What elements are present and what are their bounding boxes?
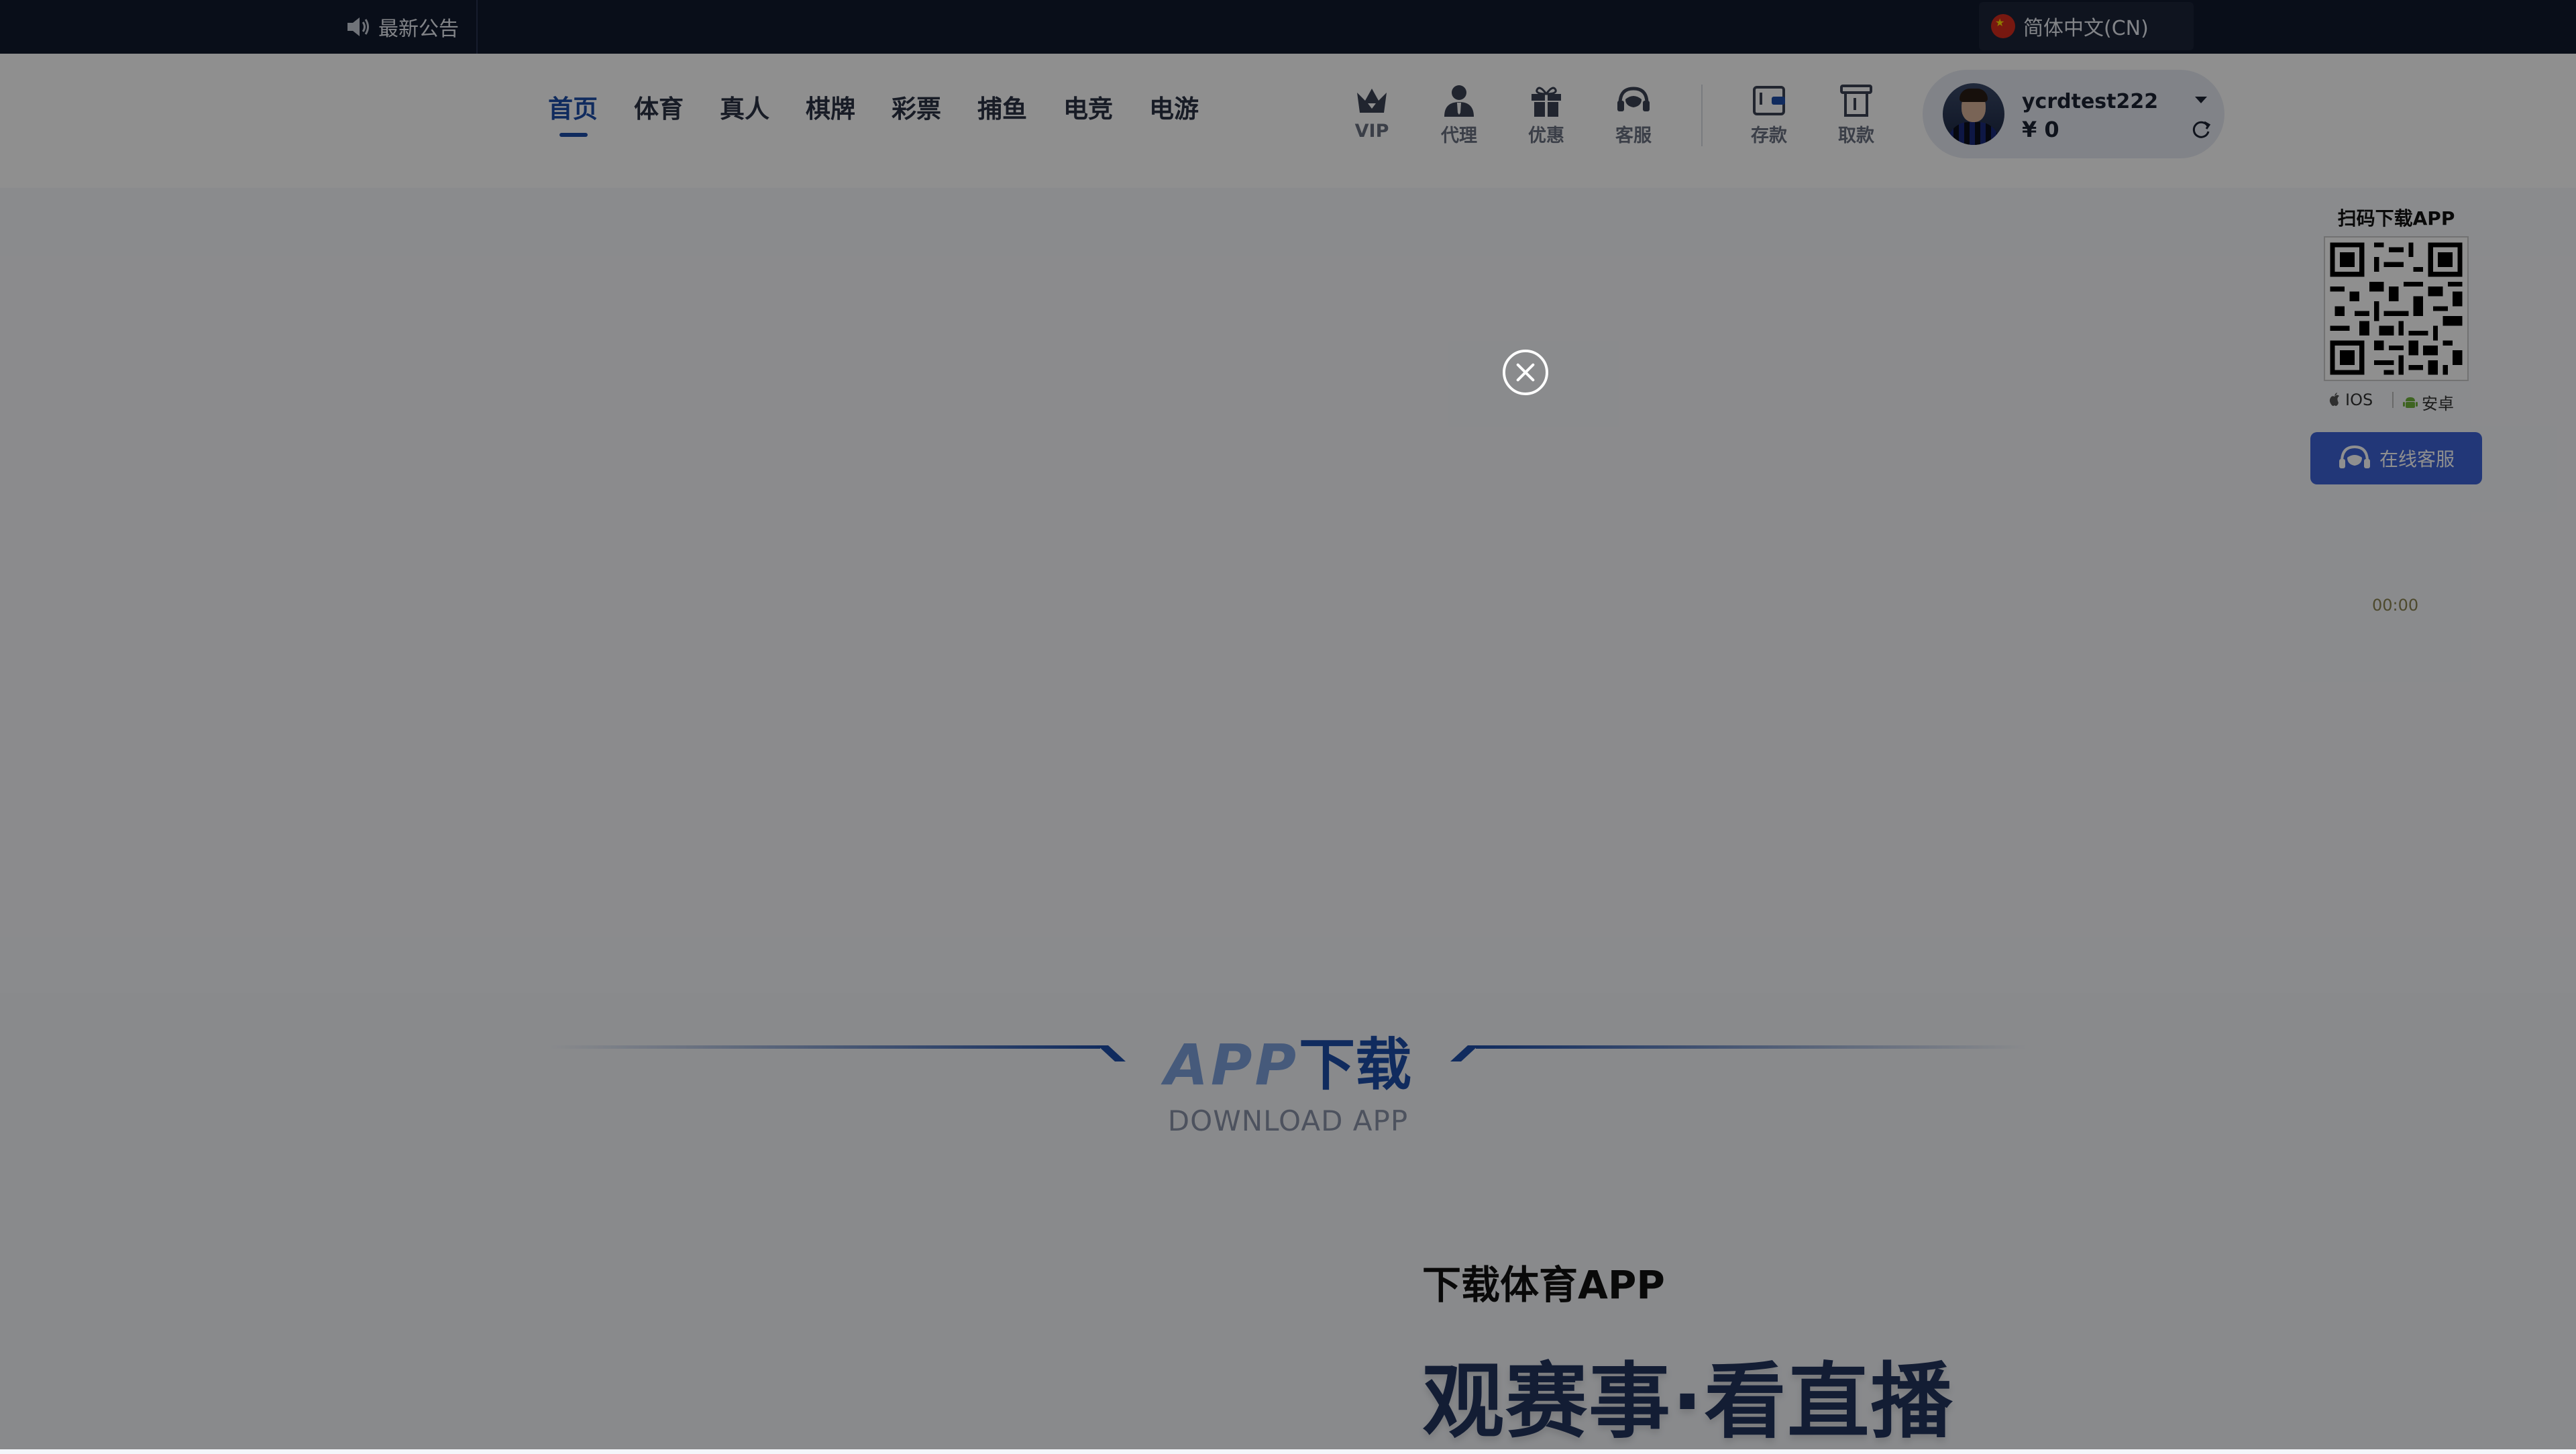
close-icon[interactable] — [1503, 350, 1548, 395]
modal-overlay[interactable] — [0, 0, 2576, 1449]
